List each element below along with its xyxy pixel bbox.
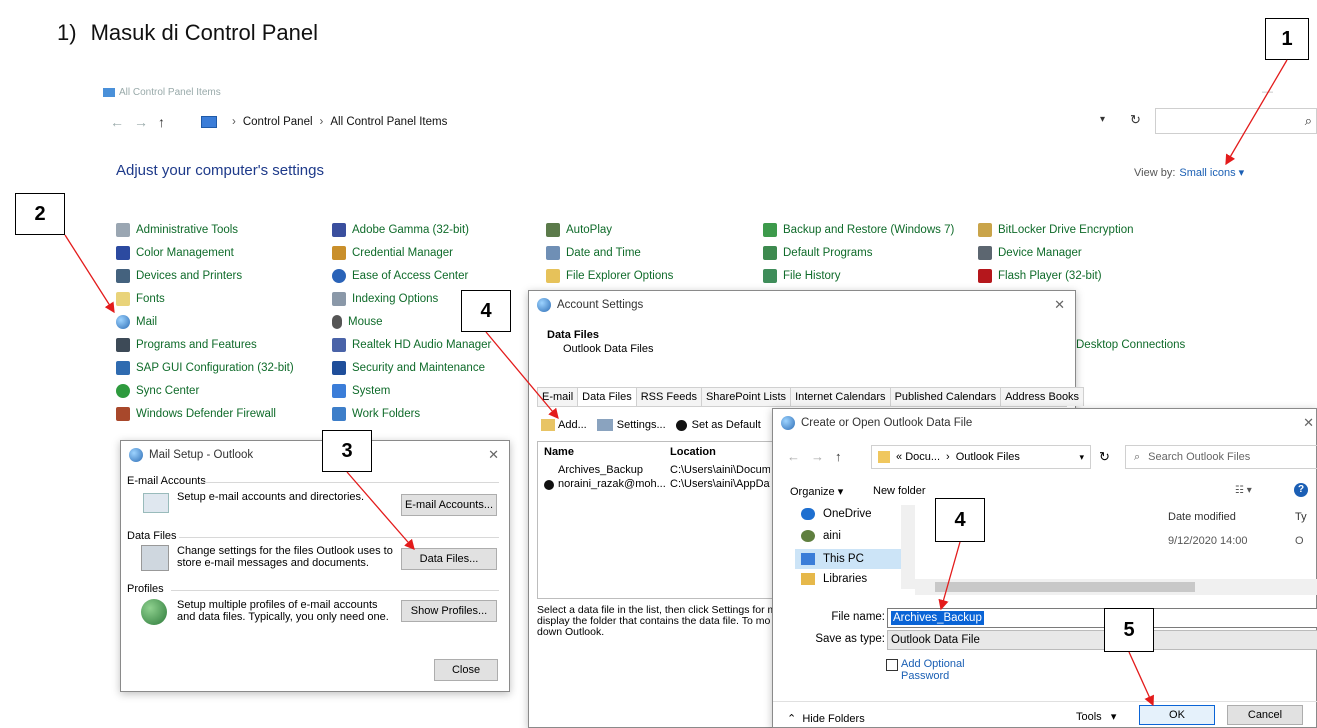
arrow-4b [938, 541, 961, 611]
arrow-4a [485, 331, 559, 419]
arrow-1 [1225, 59, 1288, 166]
arrow-2 [64, 234, 115, 314]
arrow-3 [346, 471, 415, 550]
annotation-arrows [64, 59, 1288, 707]
arrow-5 [1128, 651, 1154, 707]
